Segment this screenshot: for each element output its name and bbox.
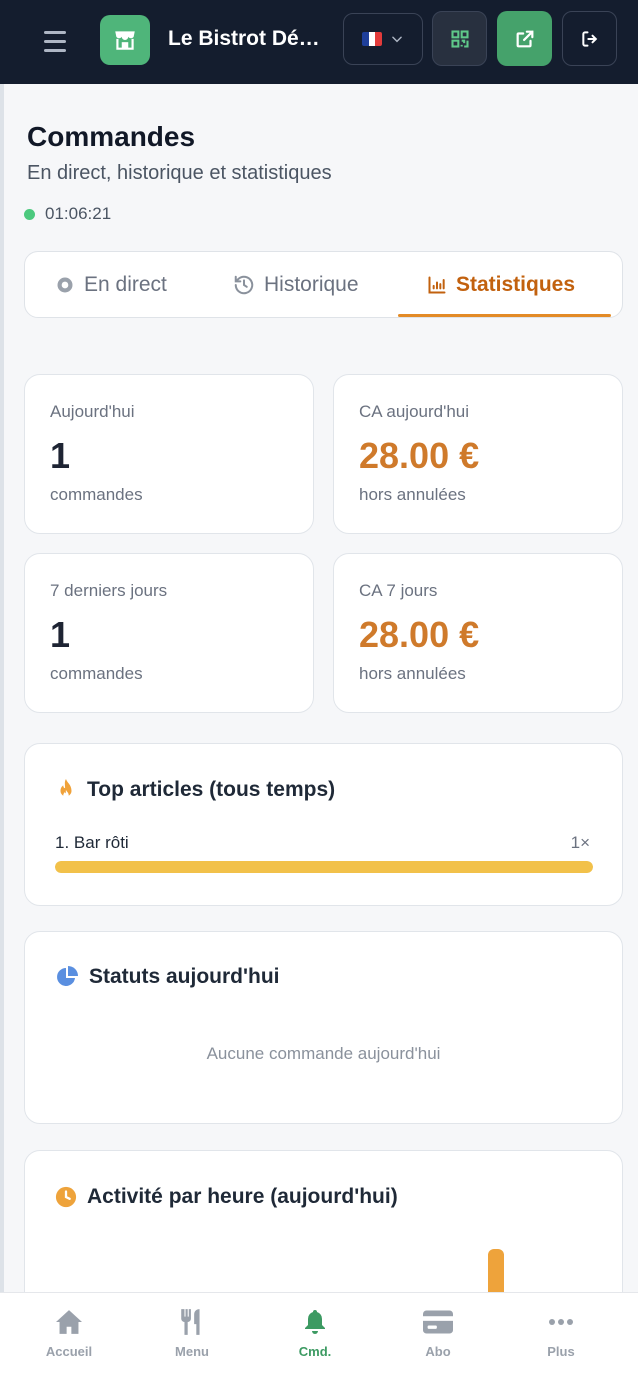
orders-tabs: En direct Historique Statistiques xyxy=(24,251,623,318)
top-article-name: 1. Bar rôti xyxy=(55,833,129,852)
more-icon xyxy=(549,1319,573,1325)
hourly-activity-title: Activité par heure (aujourd'hui) xyxy=(87,1185,398,1208)
utensils-icon xyxy=(181,1309,200,1335)
section-title: Activité par heure (aujourd'hui) xyxy=(55,1185,398,1209)
stat-label: CA 7 jours xyxy=(359,581,438,600)
stat-value: 28.00 € xyxy=(359,435,480,476)
chevron-down-icon xyxy=(392,36,402,43)
logout-button[interactable] xyxy=(562,11,617,66)
status-today-card: Statuts aujourd'hui Aucune commande aujo… xyxy=(24,931,623,1124)
live-clock: 01:06:21 xyxy=(45,204,112,223)
section-title: Top articles (tous temps) xyxy=(55,778,335,802)
section-title: Statuts aujourd'hui xyxy=(55,965,280,989)
top-articles-title: Top articles (tous temps) xyxy=(87,778,336,801)
store-logo-icon[interactable] xyxy=(100,15,150,65)
bell-icon xyxy=(305,1310,325,1334)
fire-icon xyxy=(60,779,72,799)
qr-code-icon xyxy=(450,29,469,48)
main-content[interactable]: Commandes En direct, historique et stati… xyxy=(0,84,638,1292)
logout-icon xyxy=(581,30,597,47)
home-icon xyxy=(56,1310,82,1334)
stat-card-7days-orders: 7 derniers jours 1 commandes xyxy=(24,553,314,713)
nav-item-label: Menu xyxy=(175,1344,209,1359)
external-link-icon xyxy=(516,30,533,47)
stat-note: hors annulées xyxy=(359,664,466,683)
stat-card-today-orders: Aujourd'hui 1 commandes xyxy=(24,374,314,534)
tab-live-label: En direct xyxy=(84,272,167,296)
tab-statistics[interactable]: Statistiques xyxy=(427,252,575,317)
nav-item-home[interactable]: Accueil xyxy=(24,1308,114,1359)
pie-chart-icon xyxy=(57,966,78,986)
stat-value: 28.00 € xyxy=(359,614,480,655)
radio-icon xyxy=(57,277,73,292)
top-article-bar-fill xyxy=(55,861,593,873)
stat-label: Aujourd'hui xyxy=(50,402,135,421)
tab-history[interactable]: Historique xyxy=(233,252,359,317)
stat-note: hors annulées xyxy=(359,485,466,504)
history-icon xyxy=(234,275,254,294)
stat-card-today-revenue: CA aujourd'hui 28.00 € hors annulées xyxy=(333,374,623,534)
nav-item-more[interactable]: Plus xyxy=(516,1308,606,1359)
nav-item-menu[interactable]: Menu xyxy=(147,1308,237,1359)
nav-item-label: Accueil xyxy=(45,1344,93,1359)
nav-item-label: Plus xyxy=(547,1344,575,1359)
stat-value: 1 xyxy=(50,435,71,476)
stat-note: commandes xyxy=(50,664,143,683)
page-subtitle: En direct, historique et statistiques xyxy=(27,162,332,184)
status-today-title: Statuts aujourd'hui xyxy=(89,965,280,988)
stat-label: CA aujourd'hui xyxy=(359,402,470,421)
clock-icon xyxy=(55,1186,77,1208)
stat-card-7days-revenue: CA 7 jours 28.00 € hors annulées xyxy=(333,553,623,713)
live-indicator: 01:06:21 xyxy=(24,204,111,224)
hamburger-menu-button[interactable] xyxy=(34,24,76,58)
active-tab-indicator xyxy=(398,314,611,317)
stat-label: 7 derniers jours xyxy=(50,581,168,600)
language-selector[interactable] xyxy=(343,13,423,65)
qr-code-button[interactable] xyxy=(432,11,487,66)
top-article-count: 1× xyxy=(570,833,590,852)
open-public-page-button[interactable] xyxy=(497,11,552,66)
hourly-activity-card: Activité par heure (aujourd'hui) xyxy=(24,1150,623,1292)
tab-statistics-label: Statistiques xyxy=(456,272,576,296)
tab-history-label: Historique xyxy=(264,272,359,296)
bottom-navigation: Accueil Menu Cmd. Abo Plus xyxy=(0,1292,638,1376)
top-articles-card: Top articles (tous temps) 1. Bar rôti 1× xyxy=(24,743,623,906)
france-flag-icon xyxy=(362,32,382,46)
live-status-dot xyxy=(24,208,35,220)
restaurant-name: Le Bistrot Dé… xyxy=(168,27,320,50)
hour-bar xyxy=(488,1249,504,1292)
card-icon xyxy=(423,1310,453,1334)
top-article-bar-track xyxy=(55,861,593,873)
nav-item-subscription[interactable]: Abo xyxy=(393,1308,483,1359)
nav-item-orders[interactable]: Cmd. xyxy=(270,1308,360,1359)
tab-live[interactable]: En direct xyxy=(55,252,167,317)
stat-value: 1 xyxy=(50,614,71,655)
nav-item-label: Abo xyxy=(425,1344,451,1359)
empty-state-message: Aucune commande aujourd'hui xyxy=(206,1044,441,1063)
nav-item-label: Cmd. xyxy=(298,1344,332,1359)
stat-note: commandes xyxy=(50,485,143,504)
chart-icon xyxy=(428,276,446,293)
top-bar: Le Bistrot Dé… xyxy=(0,0,638,84)
page-title: Commandes xyxy=(27,121,196,152)
